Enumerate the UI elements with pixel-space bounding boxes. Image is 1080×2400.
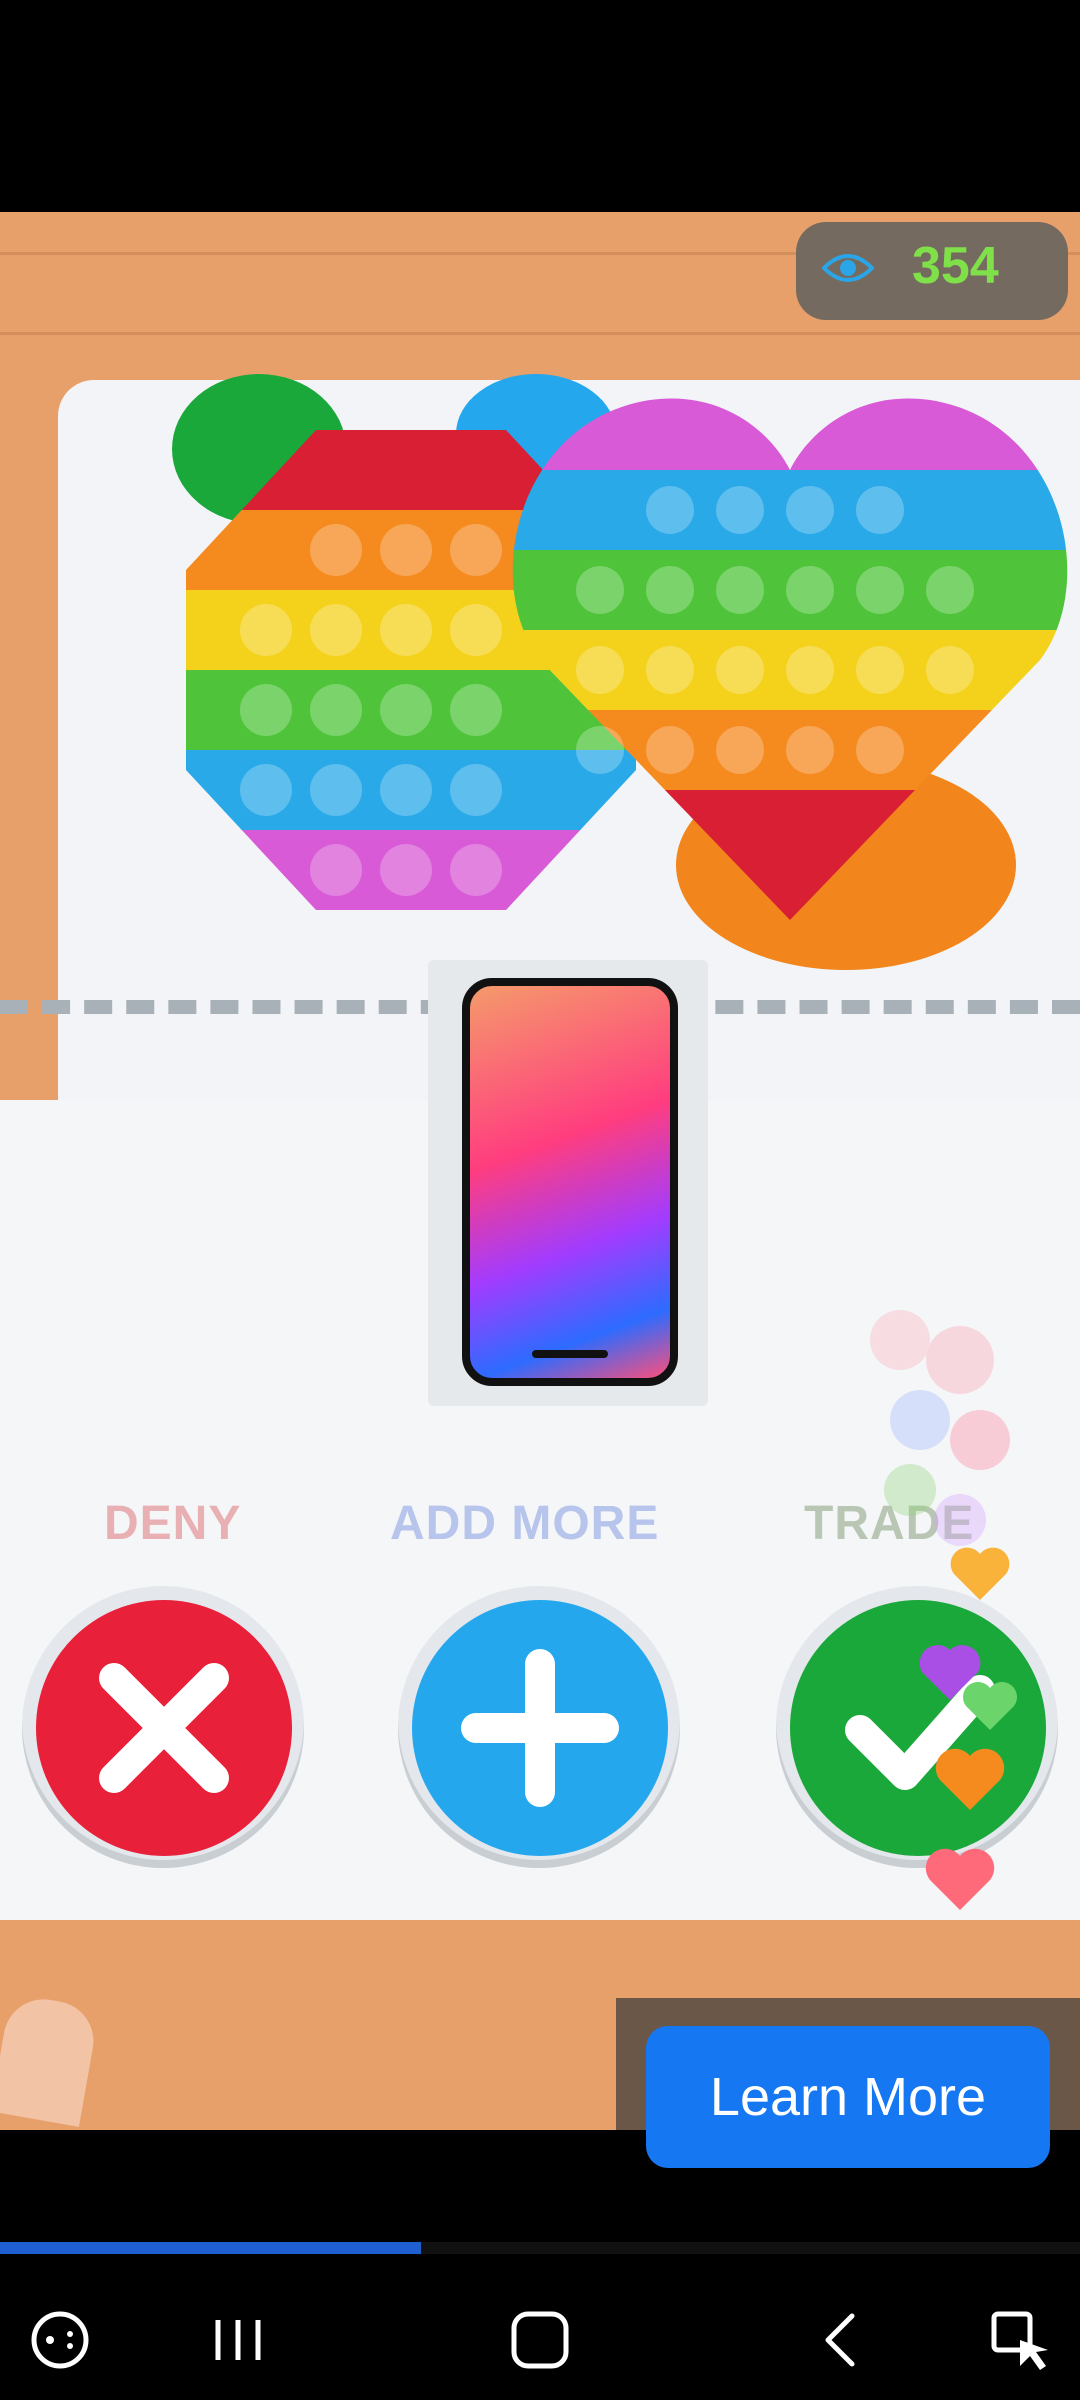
add-more-button[interactable] bbox=[412, 1600, 668, 1856]
close-icon bbox=[99, 1663, 229, 1793]
learn-more-button[interactable]: Learn More bbox=[646, 2026, 1050, 2168]
phone-item bbox=[462, 978, 678, 1386]
floating-hearts bbox=[870, 1310, 1017, 1910]
deny-button[interactable] bbox=[36, 1600, 292, 1856]
back-icon[interactable] bbox=[802, 2300, 882, 2380]
eye-icon bbox=[822, 254, 874, 282]
popit-heart bbox=[512, 398, 1068, 921]
plus-icon bbox=[461, 1649, 619, 1807]
home-icon[interactable] bbox=[500, 2300, 580, 2380]
accessibility-icon[interactable] bbox=[980, 2300, 1060, 2380]
add-more-label: ADD MORE bbox=[390, 1497, 660, 1550]
game-launcher-icon[interactable] bbox=[20, 2300, 100, 2380]
phone-home-bar bbox=[532, 1350, 608, 1358]
deny-label: DENY bbox=[104, 1497, 242, 1550]
view-count: 354 bbox=[912, 237, 999, 295]
recent-apps-icon[interactable] bbox=[198, 2300, 278, 2380]
video-progress-fill bbox=[0, 2242, 422, 2254]
